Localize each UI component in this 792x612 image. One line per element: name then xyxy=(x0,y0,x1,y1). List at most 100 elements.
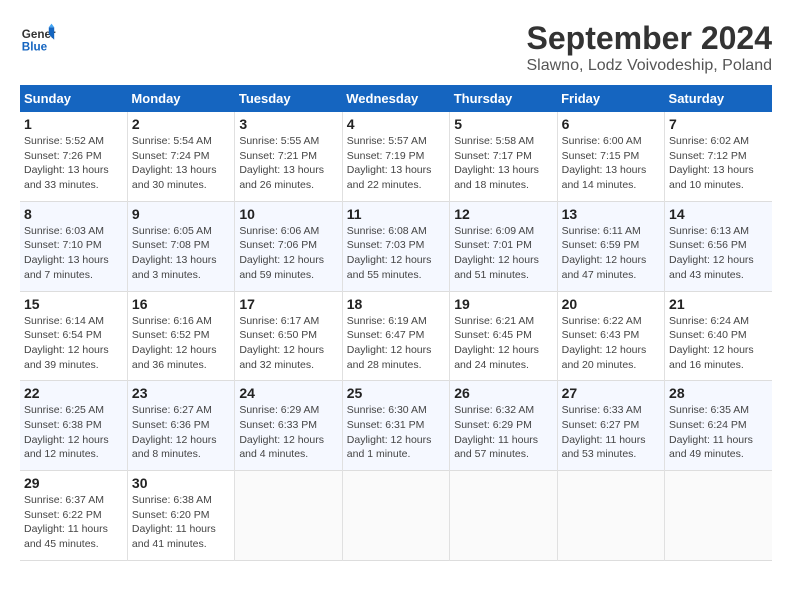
logo: General Blue xyxy=(20,20,56,56)
day-info: Sunrise: 6:29 AM Sunset: 6:33 PM Dayligh… xyxy=(239,403,337,462)
day-info: Sunrise: 6:11 AM Sunset: 6:59 PM Dayligh… xyxy=(562,224,660,283)
calendar-cell: 2Sunrise: 5:54 AM Sunset: 7:24 PM Daylig… xyxy=(127,112,234,201)
weekday-header-friday: Friday xyxy=(557,85,664,112)
day-info: Sunrise: 6:27 AM Sunset: 6:36 PM Dayligh… xyxy=(132,403,230,462)
calendar-week-5: 29 Sunrise: 6:37 AM Sunset: 6:22 PM Dayli… xyxy=(20,471,772,561)
calendar-cell: 5 Sunrise: 5:58 AM Sunset: 7:17 PM Daylig… xyxy=(450,112,557,201)
day-number: 29 xyxy=(24,475,123,491)
day-number: 15 xyxy=(24,296,123,312)
day-number: 13 xyxy=(562,206,660,222)
day-number: 10 xyxy=(239,206,337,222)
day-number: 25 xyxy=(347,385,445,401)
calendar-cell: 18 Sunrise: 6:19 AM Sunset: 6:47 PM Dayli… xyxy=(342,291,449,381)
month-title: September 2024 xyxy=(526,20,772,57)
calendar-cell: 28 Sunrise: 6:35 AM Sunset: 6:24 PM Dayli… xyxy=(665,381,772,471)
day-number: 30 xyxy=(132,475,230,491)
weekday-header-monday: Monday xyxy=(127,85,234,112)
weekday-header-sunday: Sunday xyxy=(20,85,127,112)
day-number: 7 xyxy=(669,116,768,132)
day-number: 17 xyxy=(239,296,337,312)
calendar-table: SundayMondayTuesdayWednesdayThursdayFrid… xyxy=(20,85,772,561)
calendar-cell: 3 Sunrise: 5:55 AM Sunset: 7:21 PM Daylig… xyxy=(235,112,342,201)
day-info: Sunrise: 6:35 AM Sunset: 6:24 PM Dayligh… xyxy=(669,403,768,462)
calendar-cell xyxy=(450,471,557,561)
calendar-cell: 9 Sunrise: 6:05 AM Sunset: 7:08 PM Daylig… xyxy=(127,201,234,291)
day-number: 2 xyxy=(132,116,230,132)
day-info: Sunrise: 6:14 AM Sunset: 6:54 PM Dayligh… xyxy=(24,314,123,373)
calendar-cell: 1Sunrise: 5:52 AM Sunset: 7:26 PM Daylig… xyxy=(20,112,127,201)
day-number: 19 xyxy=(454,296,552,312)
weekday-header-row: SundayMondayTuesdayWednesdayThursdayFrid… xyxy=(20,85,772,112)
day-number: 28 xyxy=(669,385,768,401)
day-number: 27 xyxy=(562,385,660,401)
day-info: Sunrise: 6:08 AM Sunset: 7:03 PM Dayligh… xyxy=(347,224,445,283)
day-number: 20 xyxy=(562,296,660,312)
day-info: Sunrise: 6:16 AM Sunset: 6:52 PM Dayligh… xyxy=(132,314,230,373)
svg-text:Blue: Blue xyxy=(22,41,48,54)
day-info: Sunrise: 5:57 AM Sunset: 7:19 PM Dayligh… xyxy=(347,134,445,193)
day-info: Sunrise: 6:38 AM Sunset: 6:20 PM Dayligh… xyxy=(132,493,230,552)
calendar-cell: 29 Sunrise: 6:37 AM Sunset: 6:22 PM Dayli… xyxy=(20,471,127,561)
calendar-cell: 14 Sunrise: 6:13 AM Sunset: 6:56 PM Dayli… xyxy=(665,201,772,291)
calendar-cell: 26 Sunrise: 6:32 AM Sunset: 6:29 PM Dayli… xyxy=(450,381,557,471)
day-info: Sunrise: 6:33 AM Sunset: 6:27 PM Dayligh… xyxy=(562,403,660,462)
day-number: 21 xyxy=(669,296,768,312)
location-title: Slawno, Lodz Voivodeship, Poland xyxy=(526,57,772,75)
day-number: 6 xyxy=(562,116,660,132)
day-info: Sunrise: 6:25 AM Sunset: 6:38 PM Dayligh… xyxy=(24,403,123,462)
day-number: 3 xyxy=(239,116,337,132)
calendar-cell: 16Sunrise: 6:16 AM Sunset: 6:52 PM Dayli… xyxy=(127,291,234,381)
day-info: Sunrise: 6:03 AM Sunset: 7:10 PM Dayligh… xyxy=(24,224,123,283)
day-info: Sunrise: 6:00 AM Sunset: 7:15 PM Dayligh… xyxy=(562,134,660,193)
calendar-cell: 10 Sunrise: 6:06 AM Sunset: 7:06 PM Dayli… xyxy=(235,201,342,291)
day-info: Sunrise: 5:58 AM Sunset: 7:17 PM Dayligh… xyxy=(454,134,552,193)
calendar-cell: 15 Sunrise: 6:14 AM Sunset: 6:54 PM Dayli… xyxy=(20,291,127,381)
weekday-header-thursday: Thursday xyxy=(450,85,557,112)
day-info: Sunrise: 6:06 AM Sunset: 7:06 PM Dayligh… xyxy=(239,224,337,283)
day-number: 23 xyxy=(132,385,230,401)
calendar-cell: 24 Sunrise: 6:29 AM Sunset: 6:33 PM Dayli… xyxy=(235,381,342,471)
calendar-cell: 17 Sunrise: 6:17 AM Sunset: 6:50 PM Dayli… xyxy=(235,291,342,381)
calendar-cell xyxy=(557,471,664,561)
title-area: September 2024 Slawno, Lodz Voivodeship,… xyxy=(526,20,772,75)
calendar-cell: 8 Sunrise: 6:03 AM Sunset: 7:10 PM Daylig… xyxy=(20,201,127,291)
day-number: 4 xyxy=(347,116,445,132)
day-info: Sunrise: 6:32 AM Sunset: 6:29 PM Dayligh… xyxy=(454,403,552,462)
calendar-week-3: 15 Sunrise: 6:14 AM Sunset: 6:54 PM Dayli… xyxy=(20,291,772,381)
day-number: 8 xyxy=(24,206,123,222)
day-number: 9 xyxy=(132,206,230,222)
day-number: 12 xyxy=(454,206,552,222)
calendar-cell: 25 Sunrise: 6:30 AM Sunset: 6:31 PM Dayli… xyxy=(342,381,449,471)
day-info: Sunrise: 5:55 AM Sunset: 7:21 PM Dayligh… xyxy=(239,134,337,193)
logo-icon: General Blue xyxy=(20,20,56,56)
weekday-header-saturday: Saturday xyxy=(665,85,772,112)
calendar-cell: 6 Sunrise: 6:00 AM Sunset: 7:15 PM Daylig… xyxy=(557,112,664,201)
weekday-header-wednesday: Wednesday xyxy=(342,85,449,112)
day-number: 5 xyxy=(454,116,552,132)
day-info: Sunrise: 6:24 AM Sunset: 6:40 PM Dayligh… xyxy=(669,314,768,373)
day-number: 24 xyxy=(239,385,337,401)
calendar-cell: 21 Sunrise: 6:24 AM Sunset: 6:40 PM Dayli… xyxy=(665,291,772,381)
calendar-cell: 23 Sunrise: 6:27 AM Sunset: 6:36 PM Dayli… xyxy=(127,381,234,471)
day-info: Sunrise: 6:17 AM Sunset: 6:50 PM Dayligh… xyxy=(239,314,337,373)
day-number: 11 xyxy=(347,206,445,222)
day-number: 22 xyxy=(24,385,123,401)
day-number: 18 xyxy=(347,296,445,312)
day-number: 26 xyxy=(454,385,552,401)
day-info: Sunrise: 6:37 AM Sunset: 6:22 PM Dayligh… xyxy=(24,493,123,552)
calendar-cell xyxy=(665,471,772,561)
day-info: Sunrise: 6:19 AM Sunset: 6:47 PM Dayligh… xyxy=(347,314,445,373)
calendar-cell xyxy=(342,471,449,561)
header: General Blue September 2024 Slawno, Lodz… xyxy=(20,20,772,75)
day-info: Sunrise: 6:30 AM Sunset: 6:31 PM Dayligh… xyxy=(347,403,445,462)
calendar-cell: 19 Sunrise: 6:21 AM Sunset: 6:45 PM Dayli… xyxy=(450,291,557,381)
day-info: Sunrise: 6:13 AM Sunset: 6:56 PM Dayligh… xyxy=(669,224,768,283)
calendar-cell: 12Sunrise: 6:09 AM Sunset: 7:01 PM Dayli… xyxy=(450,201,557,291)
weekday-header-tuesday: Tuesday xyxy=(235,85,342,112)
calendar-cell: 11 Sunrise: 6:08 AM Sunset: 7:03 PM Dayli… xyxy=(342,201,449,291)
day-number: 14 xyxy=(669,206,768,222)
day-info: Sunrise: 6:21 AM Sunset: 6:45 PM Dayligh… xyxy=(454,314,552,373)
day-number: 1 xyxy=(24,116,123,132)
day-info: Sunrise: 6:05 AM Sunset: 7:08 PM Dayligh… xyxy=(132,224,230,283)
calendar-week-2: 8 Sunrise: 6:03 AM Sunset: 7:10 PM Daylig… xyxy=(20,201,772,291)
